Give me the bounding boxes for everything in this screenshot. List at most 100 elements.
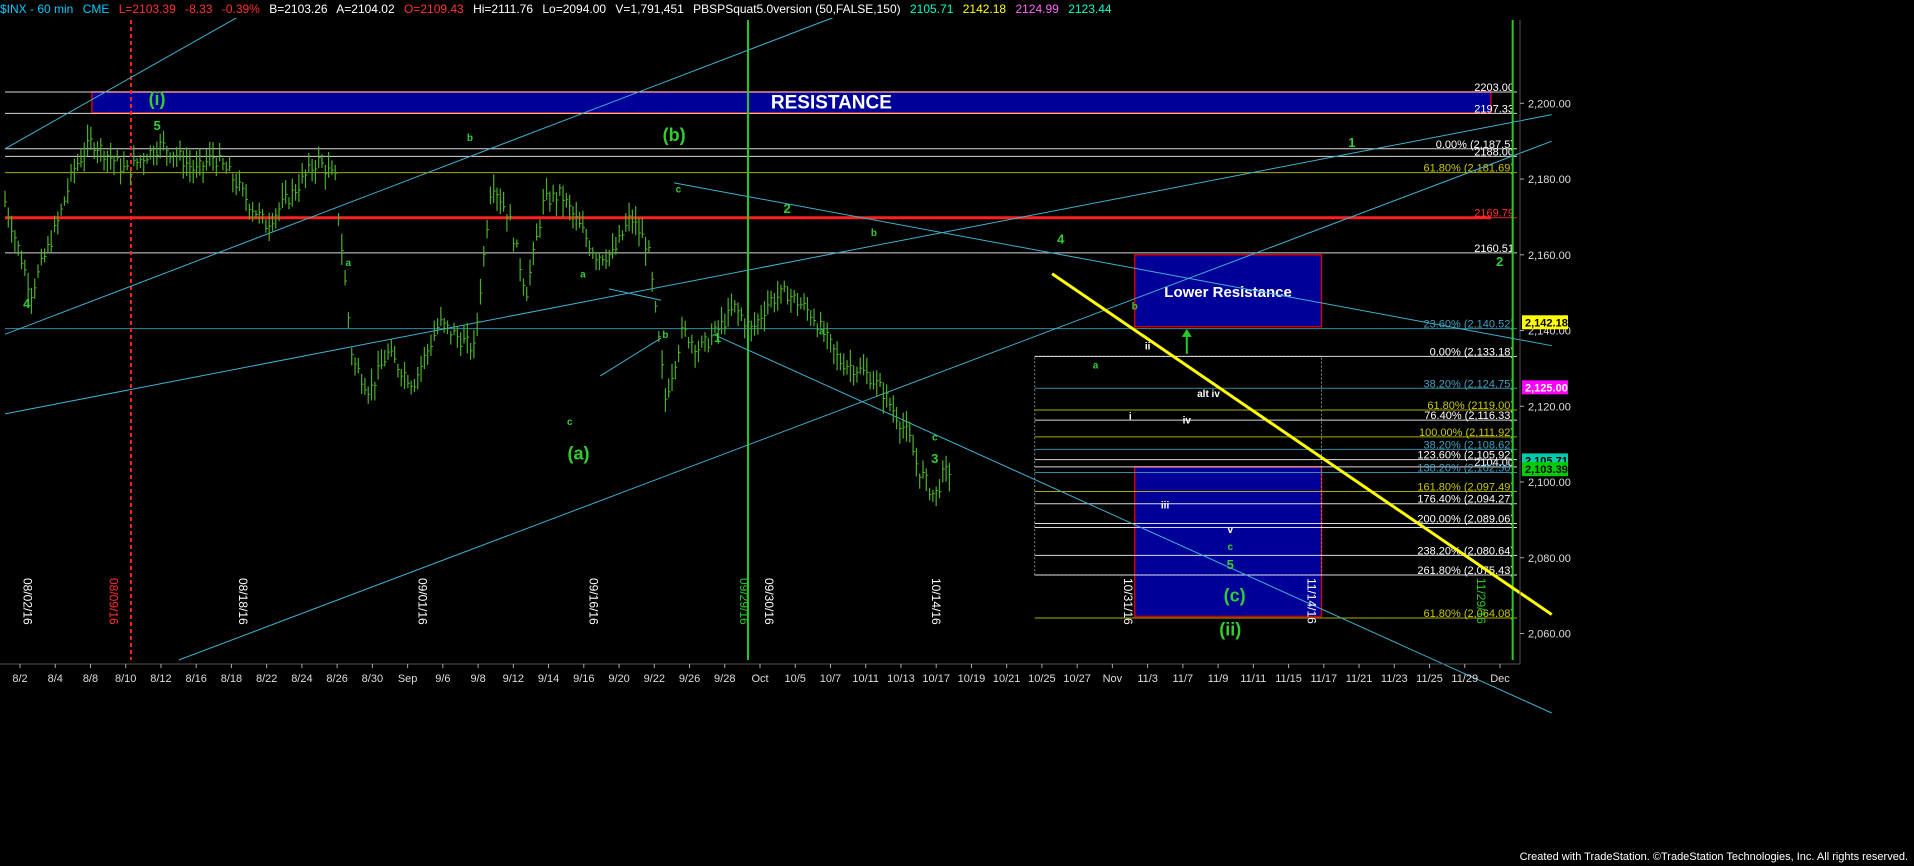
vertical-date-label-10: 11/29/16: [1474, 578, 1488, 624]
open-price: O=2109.43: [404, 2, 464, 16]
study-value-2: 2142.18: [962, 2, 1007, 16]
x-tick-label-29: 10/25: [1028, 673, 1056, 685]
vertical-date-label-6: 09/30/16: [762, 578, 776, 625]
x-tick-label-4: 8/12: [150, 673, 171, 685]
wave-label-15: c: [932, 432, 938, 443]
fib-level-label-19: 200.00% (2,089.06): [1417, 513, 1514, 525]
x-tick-label-10: 8/30: [362, 673, 383, 685]
x-tick-label-30: 10/27: [1063, 673, 1091, 685]
wave-label-8: b: [871, 228, 877, 239]
price-change: -8.33: [185, 2, 213, 16]
low-price: Lo=2094.00: [542, 2, 607, 16]
wave-label-11: 1: [714, 330, 721, 345]
study-value-3: 2124.99: [1015, 2, 1059, 16]
y-tick-label-6: 2,180.00: [1528, 174, 1571, 186]
y-tick-label-2: 2,100.00: [1528, 477, 1571, 489]
x-tick-label-15: 9/14: [538, 673, 559, 685]
fib-level-label-6: 2160.51: [1474, 243, 1514, 255]
x-tick-label-19: 9/26: [679, 673, 700, 685]
wave-label-26: c: [1227, 542, 1233, 553]
x-tick-label-6: 8/18: [221, 673, 242, 685]
wave-label-7: 2: [783, 201, 790, 216]
x-tick-label-35: 11/11: [1240, 673, 1266, 685]
x-tick-label-5: 8/16: [185, 673, 206, 685]
wave-label-22: alt iv: [1197, 389, 1220, 400]
wave-label-31: 2: [1496, 254, 1503, 269]
vertical-date-label-4: 09/16/16: [587, 578, 601, 625]
x-tick-label-2: 8/8: [83, 673, 98, 685]
y-tick-label-1: 2,080.00: [1528, 553, 1571, 565]
x-tick-label-12: 9/6: [435, 673, 450, 685]
x-tick-label-1: 8/4: [48, 673, 63, 685]
wave-label-24: iii: [1161, 501, 1170, 512]
x-tick-label-31: Nov: [1103, 673, 1123, 685]
x-tick-label-21: Oct: [751, 673, 768, 685]
vertical-date-label-5: 09/29/16: [737, 578, 751, 625]
study-value-4: 2123.44: [1068, 2, 1112, 16]
x-tick-label-20: 9/28: [714, 673, 735, 685]
x-tick-label-24: 10/11: [852, 673, 879, 685]
x-tick-label-22: 10/5: [785, 673, 806, 685]
wave-label-1: 5: [153, 118, 160, 133]
wave-label-6: c: [676, 184, 682, 195]
x-tick-label-9: 8/26: [326, 673, 347, 685]
fib-level-label-0: 2203.00: [1474, 82, 1514, 94]
last-price: L=2103.39: [118, 2, 176, 16]
wave-label-19: a: [1093, 360, 1099, 371]
x-tick-label-0: 8/2: [12, 673, 27, 685]
fib-level-label-22: 261.80% (2,075.43): [1417, 565, 1514, 577]
x-tick-label-38: 11/21: [1346, 673, 1373, 685]
chart-background: [0, 0, 1914, 866]
wave-label-14: (a): [568, 443, 590, 463]
vertical-date-label-2: 08/18/16: [236, 578, 250, 625]
fib-level-label-12: 100.00% (2,111.92): [1419, 427, 1514, 439]
wave-label-28: (c): [1224, 585, 1246, 605]
wave-label-2: 4: [23, 296, 31, 311]
price-change-pct: -0.39%: [221, 2, 260, 16]
high-price: Hi=2111.76: [473, 2, 533, 16]
vertical-date-label-1: 08/09/16: [106, 578, 120, 625]
wave-label-16: 3: [931, 451, 938, 466]
fib-level-label-8: 0.00% (2,133.18): [1430, 346, 1514, 358]
vertical-date-label-7: 10/14/16: [929, 578, 943, 625]
fib-level-label-9: 38.20% (2,124.75): [1423, 378, 1514, 390]
x-tick-label-28: 10/21: [993, 673, 1021, 685]
x-tick-label-16: 9/16: [573, 673, 594, 685]
fib-level-label-16: 138.20% (2,102.50): [1417, 463, 1514, 475]
fib-level-label-17: 161.80% (2,097.49): [1417, 482, 1514, 494]
fib-level-label-23: 61.80% (2,064.08): [1423, 608, 1514, 620]
zone-label-1: Lower Resistance: [1164, 284, 1292, 301]
wave-label-21: i: [1129, 412, 1132, 423]
x-tick-label-40: 11/25: [1416, 673, 1443, 685]
vertical-date-label-3: 09/01/16: [415, 578, 429, 625]
wave-label-10: b: [662, 330, 668, 341]
vertical-date-label-9: 11/14/16: [1305, 578, 1319, 624]
price-chart[interactable]: RESISTANCE Lower Resistance 2203.00 2197.3…: [0, 0, 1914, 866]
vertical-date-label-8: 10/31/16: [1121, 578, 1135, 625]
wave-label-27: 5: [1227, 557, 1234, 572]
exchange-label: CME: [82, 2, 110, 16]
chart-header: $INX - 60 min CME L=2103.39 -8.33 -0.39%…: [0, 0, 1914, 18]
x-tick-label-34: 11/9: [1208, 673, 1229, 685]
fib-level-label-1: 2197.33: [1474, 103, 1514, 115]
wave-label-18: b: [1132, 302, 1138, 313]
y-tick-label-7: 2,200.00: [1528, 98, 1571, 110]
x-tick-label-41: 11/29: [1451, 673, 1478, 685]
x-tick-label-42: Dec: [1490, 673, 1510, 685]
x-tick-label-39: 11/23: [1381, 673, 1408, 685]
x-tick-label-26: 10/17: [922, 673, 950, 685]
x-tick-label-25: 10/13: [887, 673, 915, 685]
fib-level-label-11: 76.40% (2,116.33): [1424, 410, 1514, 422]
wave-label-3: b: [467, 133, 473, 144]
price-tag-1: 2,125.00: [1525, 382, 1568, 394]
wave-label-12: a: [819, 326, 825, 337]
wave-label-13: c: [567, 417, 573, 428]
symbol-label: $INX - 60 min: [0, 2, 74, 16]
bid-price: B=2103.26: [269, 2, 328, 16]
x-tick-label-3: 8/10: [115, 673, 136, 685]
wave-label-23: iv: [1183, 415, 1192, 426]
wave-label-9: a: [580, 270, 586, 281]
wave-label-4: a: [345, 258, 351, 269]
y-tick-label-0: 2,060.00: [1528, 628, 1571, 640]
y-tick-label-3: 2,120.00: [1528, 401, 1571, 413]
